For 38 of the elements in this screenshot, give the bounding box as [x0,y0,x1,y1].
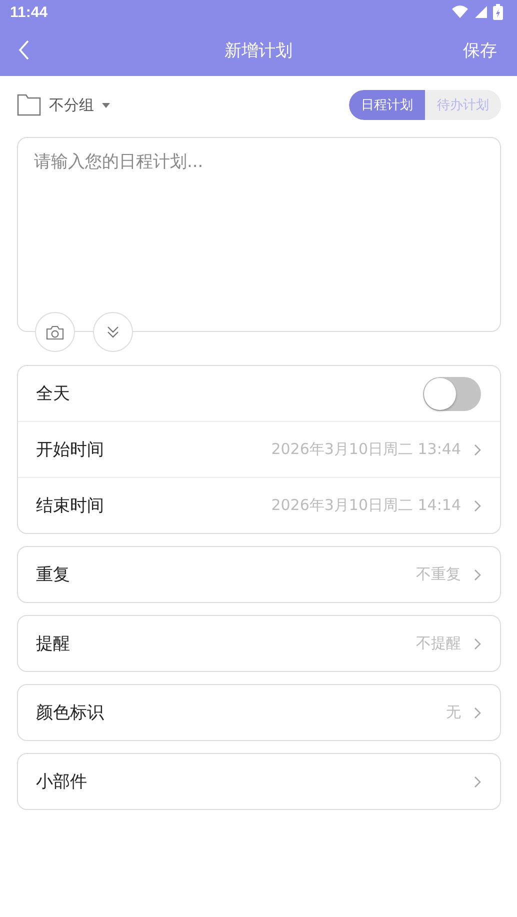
row-label: 结束时间 [36,495,104,517]
setting-row[interactable]: 全天 [18,366,500,421]
chevron-icon [474,444,481,456]
folder-icon [17,94,41,116]
row-value: 2026年3月10日周二 14:14 [271,496,461,515]
all-day-switch[interactable] [423,376,481,410]
row-label: 重复 [36,564,70,586]
setting-row[interactable]: 提醒 不提醒 [18,616,500,671]
chevron-icon [474,706,481,718]
setting-row[interactable]: 开始时间 2026年3月10日周二 13:44 [18,421,500,477]
setting-row[interactable]: 颜色标识 无 [18,685,500,740]
chevron-icon [474,638,481,650]
group-dropdown[interactable]: 不分组 [49,96,94,114]
row-label: 颜色标识 [36,702,104,724]
row-value: 不提醒 [416,634,461,653]
double-chevron-icon [106,325,120,339]
chevron-icon [474,500,481,512]
chevron-icon [474,776,481,788]
signal-icon [474,5,488,19]
row-label: 提醒 [36,633,70,655]
row-value: 不重复 [416,565,461,584]
status-time: 11:44 [10,4,48,20]
row-label: 开始时间 [36,439,104,461]
caret-icon [102,102,110,108]
back-icon[interactable] [18,40,30,60]
setting-row[interactable]: 小部件 [18,754,500,809]
screen-title: 新增计划 [224,40,292,62]
setting-row[interactable]: 结束时间 2026年3月10日周二 14:14 [18,477,500,533]
row-label: 小部件 [36,771,87,793]
battery-icon [493,4,503,20]
row-value: 2026年3月10日周二 13:44 [271,440,461,459]
chevron-icon [474,568,481,580]
row-value: 无 [446,703,461,722]
camera-icon [46,324,64,340]
row-label: 全天 [36,383,70,405]
camera-button[interactable] [35,312,75,352]
setting-row[interactable]: 重复 不重复 [18,547,500,602]
wifi-icon [451,5,469,19]
